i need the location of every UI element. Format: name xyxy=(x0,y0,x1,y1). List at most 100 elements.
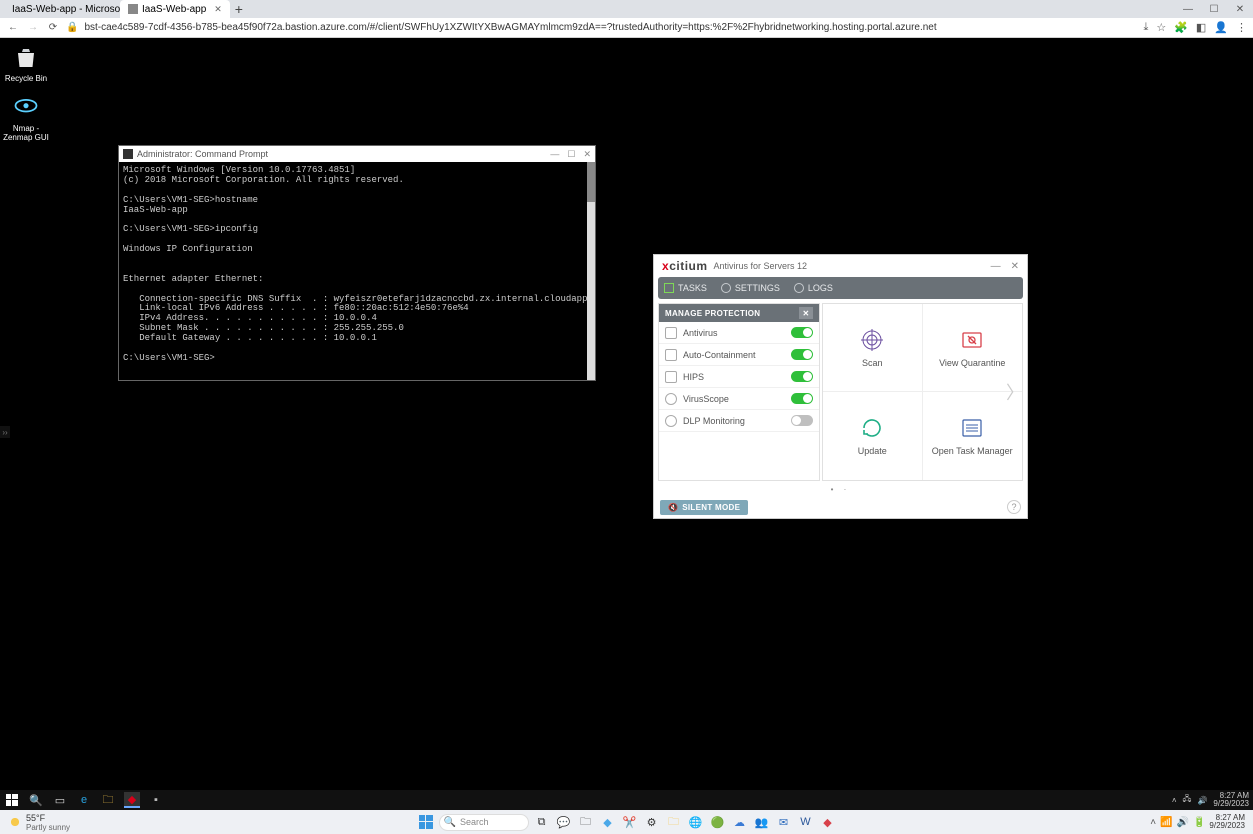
search-box[interactable]: 🔍 Search xyxy=(439,814,529,831)
taskbar-explorer[interactable]: 🗀 xyxy=(100,792,116,808)
taskbar-xcitium[interactable]: ◆ xyxy=(124,792,140,808)
tray-chevron-icon[interactable]: ˄ xyxy=(1172,796,1177,805)
menu-icon[interactable]: ⋮ xyxy=(1236,21,1247,34)
cmd-icon xyxy=(123,149,133,159)
forward-button[interactable]: → xyxy=(26,22,40,33)
cmd-titlebar[interactable]: Administrator: Command Prompt — ☐ ✕ xyxy=(119,146,595,162)
task-tiles: Scan View Quarantine Update Open Task Ma… xyxy=(822,303,1023,481)
host-taskbar[interactable]: 55°F Partly sunny 🔍 Search ⧉ 💬 🗀 ◆ ✂️ ⚙ … xyxy=(0,810,1253,834)
toggle-viruscope[interactable] xyxy=(791,393,813,404)
browser-tab-azure[interactable]: IaaS-Web-app - Microsoft Azure ✕ xyxy=(0,0,120,18)
widgets-button[interactable]: 💬 xyxy=(555,813,573,831)
taskbar-screenshot[interactable]: ✂️ xyxy=(621,813,639,831)
tray-volume-icon[interactable]: 🔊 xyxy=(1197,796,1207,805)
toggle-dlp[interactable] xyxy=(791,415,813,426)
taskbar-app-1[interactable]: ◆ xyxy=(599,813,617,831)
tray-wifi-icon[interactable]: 📶 xyxy=(1160,817,1172,828)
profile-icon[interactable]: 👤 xyxy=(1214,21,1228,34)
toggle-autocontainment[interactable] xyxy=(791,349,813,360)
protection-row-hips: HIPS xyxy=(659,366,819,388)
taskbar-center: 🔍 Search ⧉ 💬 🗀 ◆ ✂️ ⚙ 🗀 🌐 🟢 ☁ 👥 ✉ W ◆ xyxy=(417,813,837,831)
minimize-button[interactable]: — xyxy=(1175,0,1201,18)
taskbar-settings[interactable]: ⚙ xyxy=(643,813,661,831)
weather-widget[interactable]: 55°F Partly sunny xyxy=(8,813,70,832)
refresh-icon xyxy=(860,416,884,440)
taskbar-app-4[interactable]: ◆ xyxy=(819,813,837,831)
tile-scan[interactable]: Scan xyxy=(823,304,923,392)
remote-taskbar[interactable]: 🔍 ▭ e 🗀 ◆ ▪ ˄ 🖧 🔊 8:27 AM 9/29/2023 xyxy=(0,790,1253,810)
reload-button[interactable]: ⟳ xyxy=(46,22,60,33)
protection-row-autocontainment: Auto-Containment xyxy=(659,344,819,366)
taskbar-chrome[interactable]: 🟢 xyxy=(709,813,727,831)
tray-volume-icon[interactable]: 🔊 xyxy=(1177,817,1189,828)
tab-logs[interactable]: LOGS xyxy=(794,283,833,293)
tray-network-icon[interactable]: 🖧 xyxy=(1183,793,1192,807)
scrollbar[interactable] xyxy=(587,162,595,380)
close-button[interactable]: ✕ xyxy=(1227,0,1253,18)
bookmark-icon[interactable]: ☆ xyxy=(1156,21,1166,34)
tray-clock[interactable]: 8:27 AM 9/29/2023 xyxy=(1213,792,1249,808)
remote-desktop[interactable]: Recycle Bin Nmap - Zenmap GUI ›› Adminis… xyxy=(0,38,1253,810)
reveal-handle[interactable]: ›› xyxy=(0,426,10,438)
address-bar[interactable]: bst-cae4c589-7cdf-4356-b785-bea45f90f72a… xyxy=(84,22,1137,33)
close-button[interactable]: ✕ xyxy=(583,149,591,160)
taskbar-edge[interactable]: 🌐 xyxy=(687,813,705,831)
minimize-button[interactable]: — xyxy=(991,261,1001,272)
install-icon[interactable]: ⤓ xyxy=(1143,21,1148,34)
taskbar-app-2[interactable]: 🗀 xyxy=(665,813,683,831)
maximize-button[interactable]: ☐ xyxy=(567,149,575,160)
host-clock[interactable]: 8:27 AM 9/29/2023 xyxy=(1209,814,1245,830)
search-button[interactable]: 🔍 xyxy=(28,792,44,808)
window-controls: — ✕ xyxy=(991,261,1019,272)
system-tray[interactable]: ˄ 🖧 🔊 8:27 AM 9/29/2023 xyxy=(1172,792,1249,808)
desktop-icon-recycle-bin[interactable]: Recycle Bin xyxy=(2,44,50,83)
tab-settings[interactable]: SETTINGS xyxy=(721,283,780,293)
task-view-button[interactable]: ▭ xyxy=(52,792,68,808)
tab-tasks[interactable]: TASKS xyxy=(664,283,707,293)
maximize-button[interactable]: ☐ xyxy=(1201,0,1227,18)
host-tray[interactable]: ˄ 📶 🔊 🔋 8:27 AM 9/29/2023 xyxy=(1150,814,1245,830)
taskbar-cmd[interactable]: ▪ xyxy=(148,792,164,808)
new-tab-button[interactable]: + xyxy=(230,0,248,18)
taskbar-word[interactable]: W xyxy=(797,813,815,831)
start-button[interactable] xyxy=(417,813,435,831)
taskbar-outlook[interactable]: ✉ xyxy=(775,813,793,831)
tray-battery-icon[interactable]: 🔋 xyxy=(1193,817,1205,828)
tiles-next-button[interactable]: 〉 xyxy=(1006,379,1024,405)
xcitium-window[interactable]: xcitium Antivirus for Servers 12 — ✕ TAS… xyxy=(653,254,1028,519)
tab-title: IaaS-Web-app - Microsoft Azure xyxy=(12,4,120,15)
command-prompt-window[interactable]: Administrator: Command Prompt — ☐ ✕ Micr… xyxy=(118,145,596,381)
back-button[interactable]: ← xyxy=(6,22,20,33)
scrollbar-thumb[interactable] xyxy=(587,162,595,202)
lock-icon: 🔒 xyxy=(66,22,78,33)
taskbar-teams[interactable]: 👥 xyxy=(753,813,771,831)
taskbar-explorer[interactable]: 🗀 xyxy=(577,813,595,831)
help-button[interactable]: ? xyxy=(1007,500,1021,514)
close-icon[interactable]: ✕ xyxy=(214,4,222,15)
xcitium-footer: 🔇 SILENT MODE ? xyxy=(654,496,1027,518)
taskbar-app-3[interactable]: ☁ xyxy=(731,813,749,831)
minimize-button[interactable]: — xyxy=(550,149,559,160)
tile-update[interactable]: Update xyxy=(823,392,923,480)
cmd-output[interactable]: Microsoft Windows [Version 10.0.17763.48… xyxy=(119,162,595,380)
sidepanel-icon[interactable]: ◧ xyxy=(1196,21,1206,34)
desktop-icon-nmap[interactable]: Nmap - Zenmap GUI xyxy=(2,94,50,142)
panel-close-button[interactable]: ✕ xyxy=(799,307,813,319)
toggle-hips[interactable] xyxy=(791,371,813,382)
toggle-antivirus[interactable] xyxy=(791,327,813,338)
protection-row-antivirus: Antivirus xyxy=(659,322,819,344)
extensions-icon[interactable]: 🧩 xyxy=(1174,21,1188,34)
silent-mode-button[interactable]: 🔇 SILENT MODE xyxy=(660,500,748,515)
tray-chevron-icon[interactable]: ˄ xyxy=(1150,817,1156,828)
taskbar-ie[interactable]: e xyxy=(76,792,92,808)
weather-icon xyxy=(8,815,22,829)
tile-taskmanager[interactable]: Open Task Manager xyxy=(923,392,1023,480)
close-button[interactable]: ✕ xyxy=(1011,261,1019,272)
xcitium-titlebar[interactable]: xcitium Antivirus for Servers 12 — ✕ xyxy=(654,255,1027,277)
start-button[interactable] xyxy=(4,792,20,808)
task-view-button[interactable]: ⧉ xyxy=(533,813,551,831)
eye-icon xyxy=(12,94,40,122)
target-icon xyxy=(860,328,884,352)
browser-tab-iaas[interactable]: IaaS-Web-app ✕ xyxy=(120,0,230,18)
clock-icon xyxy=(794,283,804,293)
